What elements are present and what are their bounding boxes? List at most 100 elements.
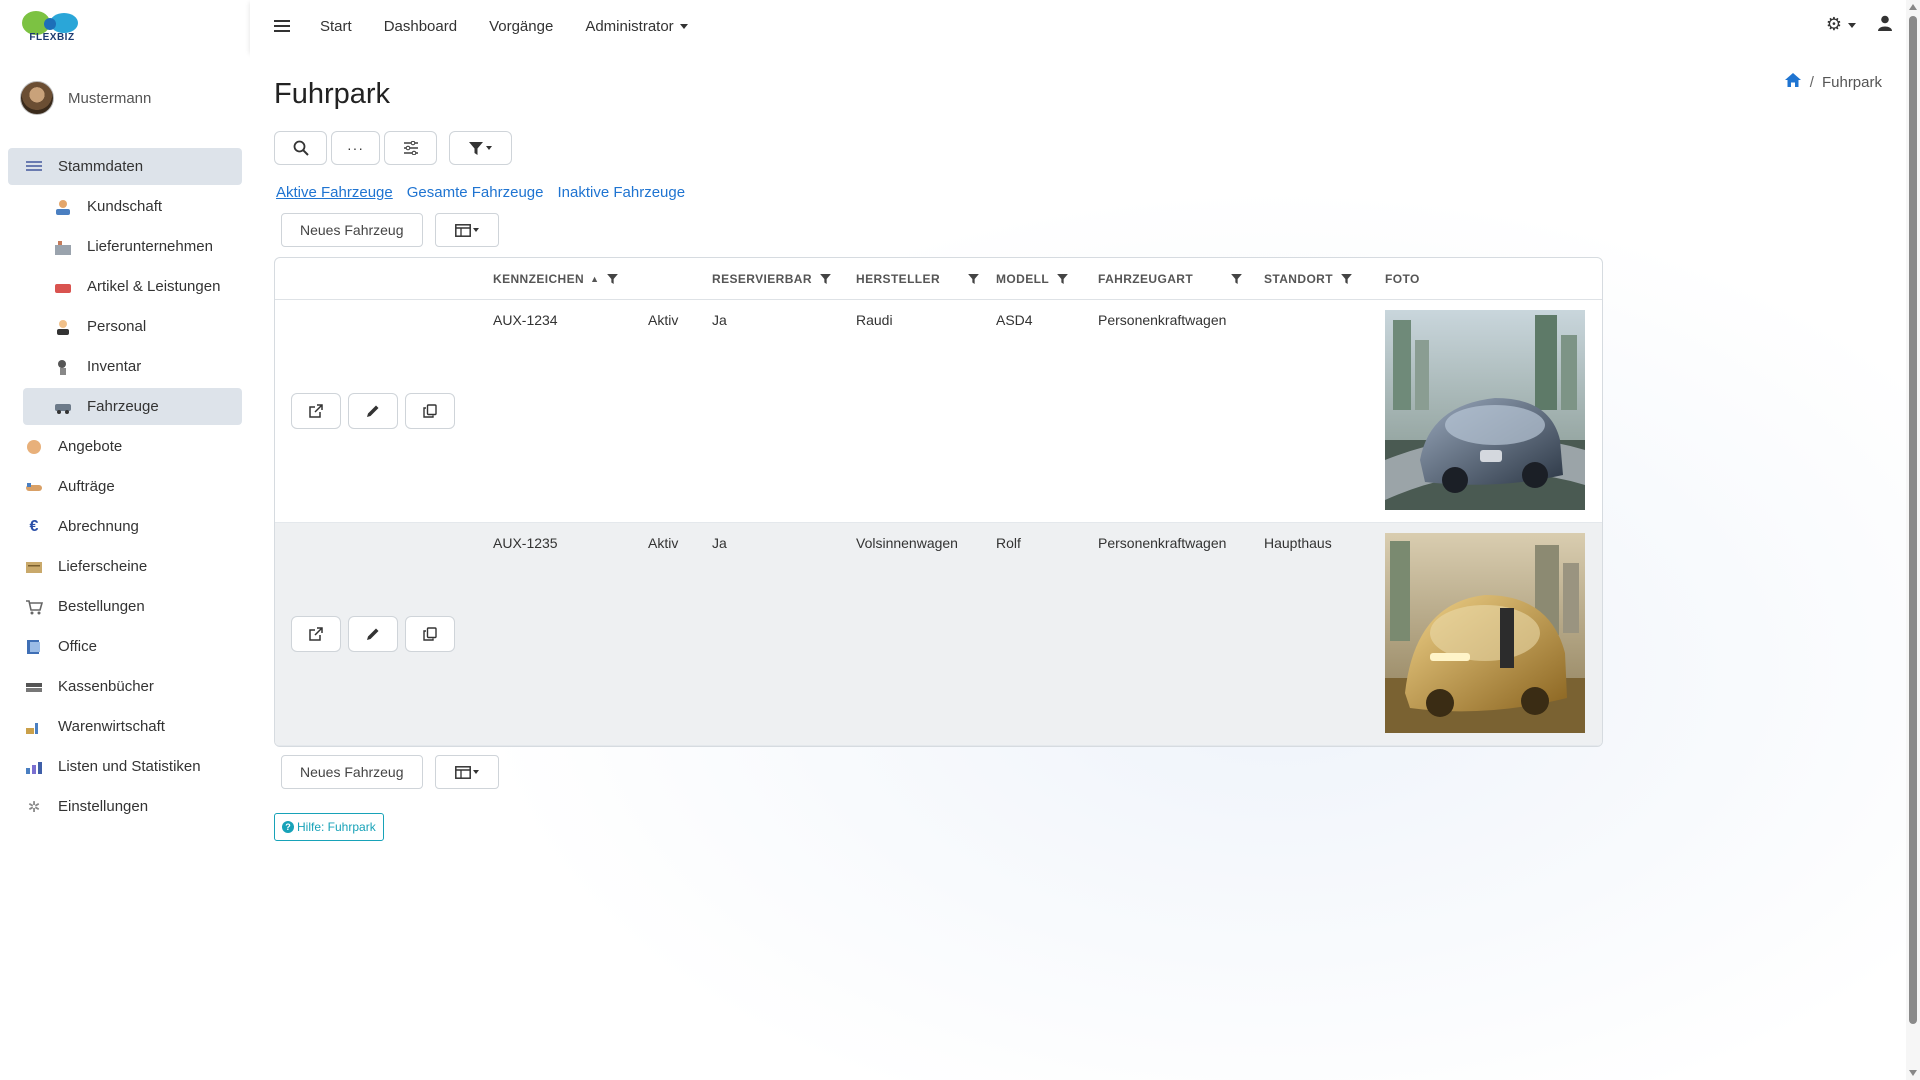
column-settings-button[interactable]	[384, 131, 437, 165]
more-options-button[interactable]: ···	[331, 131, 380, 165]
sidebar-item-angebote[interactable]: Angebote	[8, 428, 242, 465]
column-header-kennzeichen[interactable]: KENNZEICHEN ▲	[493, 272, 619, 286]
breadcrumb-current: Fuhrpark	[1821, 73, 1882, 91]
cell-fahrzeugart: Personenkraftwagen	[1098, 535, 1227, 551]
topnav-administrator[interactable]: Administrator	[585, 18, 688, 35]
copy-button[interactable]	[405, 393, 455, 429]
sidebar-item-label: Artikel & Leistungen	[87, 278, 221, 295]
vehicle-photo[interactable]	[1385, 310, 1585, 510]
vehicle-filter-tabs: Aktive Fahrzeuge Gesamte Fahrzeuge Inakt…	[276, 184, 699, 201]
avatar[interactable]	[20, 81, 54, 115]
table-header: KENNZEICHEN ▲ RESERVIERBAR HERSTELLER MO…	[275, 258, 1602, 300]
sidebar-item-bestellungen[interactable]: Bestellungen	[8, 588, 242, 625]
sort-asc-icon[interactable]: ▲	[590, 274, 599, 284]
flexbiz-logo[interactable]	[20, 8, 80, 54]
sidebar-item-lieferscheine[interactable]: Lieferscheine	[8, 548, 242, 585]
open-button[interactable]	[291, 616, 341, 652]
hamburger-menu-icon[interactable]	[274, 17, 290, 35]
pencil-icon	[367, 405, 379, 417]
sidebar-item-artikel[interactable]: Artikel & Leistungen	[23, 268, 242, 305]
cell-status: Aktiv	[648, 312, 679, 328]
scroll-up-icon[interactable]	[1909, 4, 1917, 10]
edit-button[interactable]	[348, 616, 398, 652]
column-header-reservierbar[interactable]: RESERVIERBAR	[712, 272, 831, 286]
sidebar-item-stammdaten[interactable]: Stammdaten	[8, 148, 242, 185]
help-button[interactable]: ? Hilfe: Fuhrpark	[274, 813, 384, 841]
breadcrumb-separator: /	[1809, 73, 1814, 91]
table-actions-bottom: Neues Fahrzeug	[281, 755, 499, 789]
columns-icon	[454, 223, 471, 237]
filter-icon[interactable]	[1231, 274, 1242, 284]
list-icon	[24, 158, 44, 176]
column-header-standort[interactable]: STANDORT	[1264, 272, 1352, 286]
top-navbar: Start Dashboard Vorgänge Administrator ⚙	[250, 0, 1906, 52]
sidebar-item-kassenbuecher[interactable]: Kassenbücher	[8, 668, 242, 705]
chevron-down-icon	[472, 770, 479, 774]
sidebar-item-einstellungen[interactable]: ✲ Einstellungen	[8, 788, 242, 825]
page-scrollbar[interactable]	[1906, 0, 1920, 1080]
home-icon[interactable]	[1784, 72, 1802, 92]
columns-icon	[454, 765, 471, 779]
sidebar-item-auftraege[interactable]: Aufträge	[8, 468, 242, 505]
copy-button[interactable]	[405, 616, 455, 652]
sidebar-item-warenwirtschaft[interactable]: Warenwirtschaft	[8, 708, 242, 745]
scrollbar-thumb[interactable]	[1909, 16, 1917, 1024]
column-label: FOTO	[1385, 272, 1420, 286]
new-vehicle-button[interactable]: Neues Fahrzeug	[281, 755, 423, 789]
row-actions	[291, 616, 462, 652]
gear-dropdown[interactable]: ⚙	[1826, 14, 1856, 35]
cell-hersteller: Raudi	[856, 312, 893, 328]
filter-icon[interactable]	[607, 274, 619, 284]
topnav-start[interactable]: Start	[320, 18, 352, 35]
filter-icon[interactable]	[1057, 274, 1068, 284]
filter-dropdown-button[interactable]	[449, 131, 512, 165]
column-toggle-button[interactable]	[434, 755, 499, 789]
sidebar-item-fahrzeuge[interactable]: Fahrzeuge	[23, 388, 242, 425]
filter-icon[interactable]	[968, 274, 979, 284]
cell-standort: Haupthaus	[1264, 535, 1332, 551]
cell-modell: ASD4	[996, 312, 1033, 328]
sidebar-item-lieferunternehmen[interactable]: Lieferunternehmen	[23, 228, 242, 265]
copy-icon	[423, 627, 437, 641]
tab-gesamte-fahrzeuge[interactable]: Gesamte Fahrzeuge	[407, 184, 544, 201]
table-row[interactable]: AUX-1234 Aktiv Ja Raudi ASD4 Personenkra…	[275, 300, 1602, 523]
user-icon[interactable]	[1878, 15, 1892, 35]
cell-modell: Rolf	[996, 535, 1021, 551]
table-row[interactable]: AUX-1235 Aktiv Ja Volsinnenwagen Rolf Pe…	[275, 523, 1602, 746]
chart-icon	[24, 758, 44, 776]
cell-hersteller: Volsinnenwagen	[856, 535, 958, 551]
scroll-down-icon[interactable]	[1909, 1070, 1917, 1076]
column-header-fahrzeugart[interactable]: FAHRZEUGART	[1098, 272, 1242, 286]
page-title: Fuhrpark	[274, 78, 391, 110]
tab-inaktive-fahrzeuge[interactable]: Inaktive Fahrzeuge	[557, 184, 685, 201]
pencil-icon	[367, 628, 379, 640]
sidebar-item-abrechnung[interactable]: € Abrechnung	[8, 508, 242, 545]
topnav-vorgaenge[interactable]: Vorgänge	[489, 18, 553, 35]
vehicle-photo[interactable]	[1385, 533, 1585, 733]
sidebar-item-personal[interactable]: Personal	[23, 308, 242, 345]
sidebar-item-listen[interactable]: Listen und Statistiken	[8, 748, 242, 785]
column-label: STANDORT	[1264, 272, 1333, 286]
new-vehicle-button[interactable]: Neues Fahrzeug	[281, 213, 423, 247]
filter-icon[interactable]	[820, 274, 831, 284]
search-button[interactable]	[274, 131, 327, 165]
search-icon	[293, 140, 309, 156]
sidebar-item-label: Kassenbücher	[58, 678, 154, 695]
sidebar-item-kundschaft[interactable]: Kundschaft	[23, 188, 242, 225]
tab-aktive-fahrzeuge[interactable]: Aktive Fahrzeuge	[276, 184, 393, 201]
column-toggle-button[interactable]	[434, 213, 499, 247]
supplier-icon	[53, 238, 73, 256]
column-label: MODELL	[996, 272, 1050, 286]
open-button[interactable]	[291, 393, 341, 429]
filter-icon[interactable]	[1341, 274, 1352, 284]
column-header-hersteller[interactable]: HERSTELLER	[856, 272, 979, 286]
topnav-dashboard[interactable]: Dashboard	[384, 18, 457, 35]
sidebar-item-office[interactable]: Office	[8, 628, 242, 665]
column-header-modell[interactable]: MODELL	[996, 272, 1068, 286]
sidebar-item-label: Personal	[87, 318, 147, 335]
cell-status: Aktiv	[648, 535, 679, 551]
user-profile[interactable]: Mustermann	[20, 80, 151, 116]
sidebar-item-inventar[interactable]: Inventar	[23, 348, 242, 385]
edit-button[interactable]	[348, 393, 398, 429]
external-link-icon	[309, 627, 323, 641]
